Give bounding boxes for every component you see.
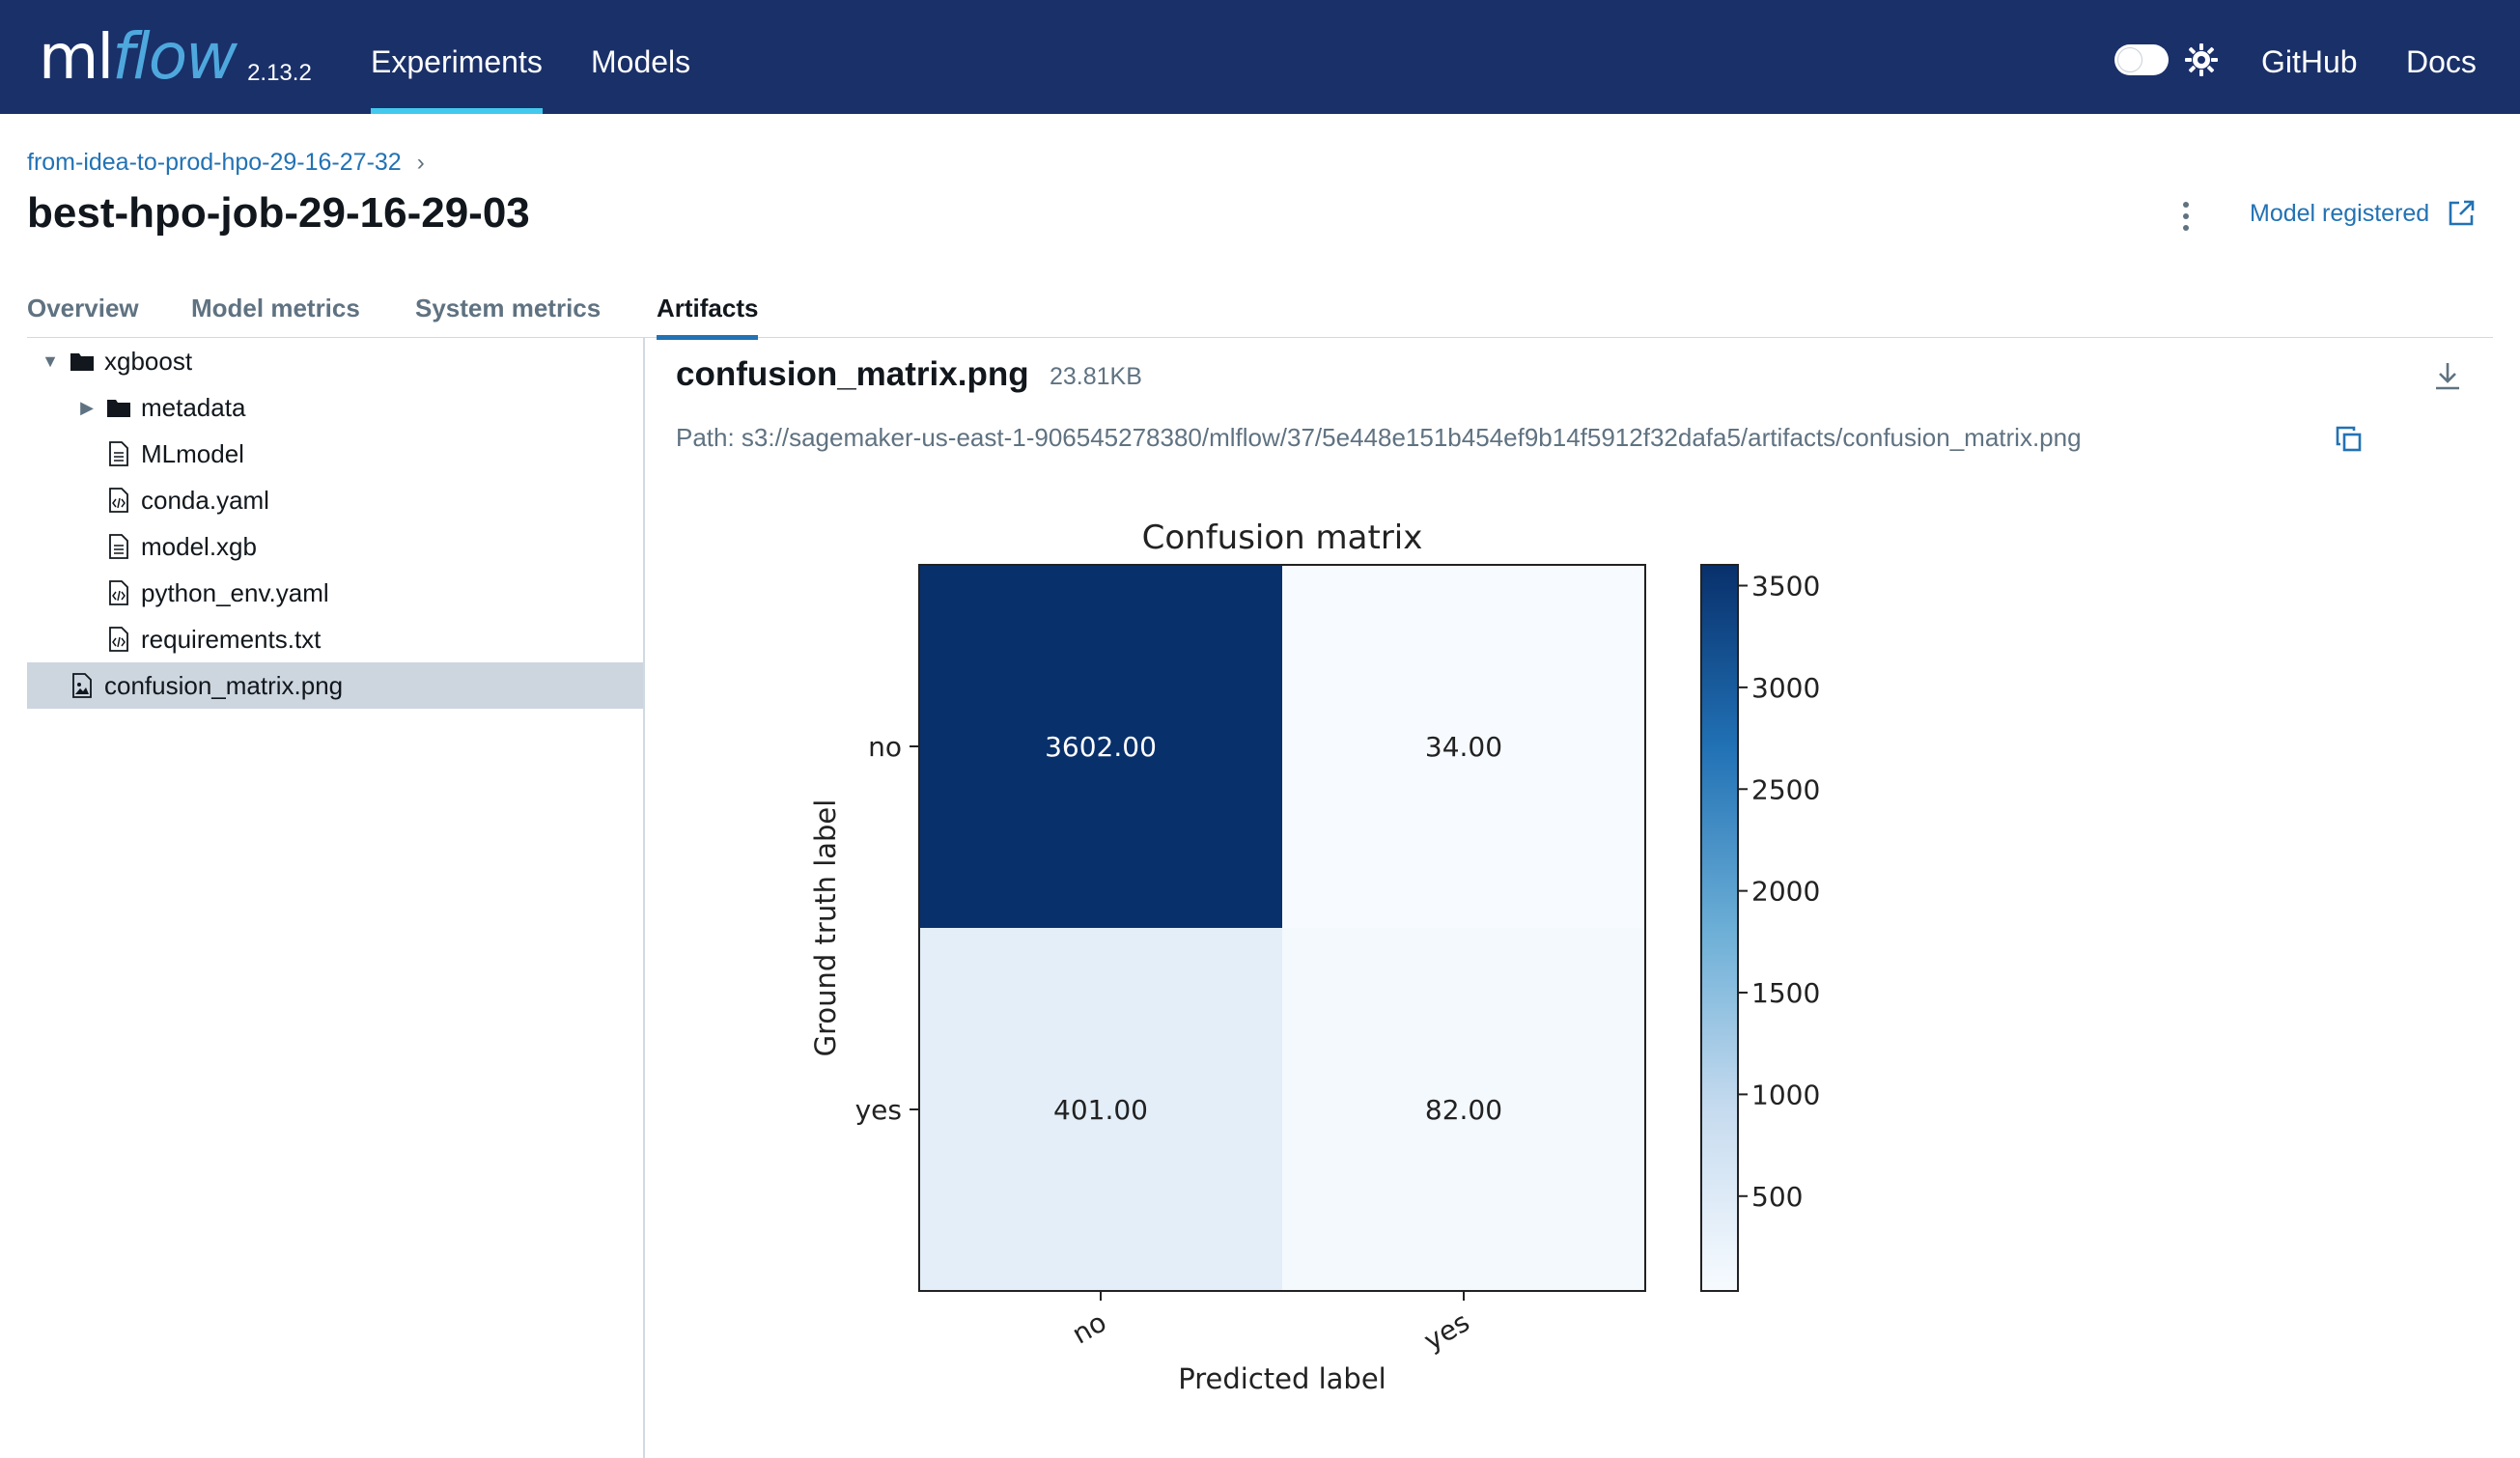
colorbar-ticks: 500 1000 1500 2000 2500 3000 3500 (1738, 570, 1820, 1213)
tab-overview[interactable]: Overview (27, 294, 139, 338)
colorbar (1700, 564, 1739, 1292)
artifact-file-tree: ▼ xgboost ▶ metadata MLmodel conda.yaml … (27, 338, 645, 1458)
tree-item-xgboost[interactable]: ▼ xgboost (27, 338, 643, 384)
tree-item-label: MLmodel (141, 438, 244, 468)
run-tabs: Overview Model metrics System metrics Ar… (27, 290, 2493, 340)
tab-system-metrics[interactable]: System metrics (415, 294, 601, 338)
folder-icon (107, 400, 130, 417)
tree-item-label: requirements.txt (141, 624, 322, 654)
heatmap-cell-label-0-0: 3602.00 (1045, 731, 1157, 763)
artifact-file-size: 23.81KB (1050, 363, 1142, 390)
nav-experiments[interactable]: Experiments (371, 0, 543, 114)
heatmap-cell-label-1-1: 82.00 (1425, 1094, 1502, 1126)
copy-icon[interactable] (2335, 425, 2364, 454)
tree-item-conda-yaml[interactable]: conda.yaml (27, 477, 643, 523)
logo-ml-text: ml (39, 22, 114, 94)
colorbar-tick-label-6: 3500 (1751, 570, 1820, 602)
model-registered-link[interactable]: Model registered (2250, 199, 2476, 228)
nav-github[interactable]: GitHub (2261, 0, 2358, 114)
colorbar-tick-label-2: 1500 (1751, 977, 1820, 1009)
page-title: best-hpo-job-29-16-29-03 (27, 189, 530, 237)
x-tick-label-0: no (1067, 1305, 1112, 1350)
folder-icon (70, 353, 94, 371)
tab-artifacts[interactable]: Artifacts (657, 294, 759, 340)
model-registered-label: Model registered (2250, 199, 2430, 227)
download-icon[interactable] (2431, 359, 2464, 394)
colorbar-tick-label-5: 3000 (1751, 672, 1820, 704)
y-tick-label-1: yes (855, 1094, 902, 1126)
tree-item-label: conda.yaml (141, 485, 269, 515)
breadcrumb: from-idea-to-prod-hpo-29-16-27-32 › (27, 149, 425, 177)
y-tick-label-0: no (868, 731, 902, 763)
heatmap-cells: 3602.00 34.00 401.00 82.00 (919, 565, 1645, 1291)
heatmap-cell-label-0-1: 34.00 (1425, 731, 1502, 763)
expanded-arrow-icon[interactable]: ▼ (41, 351, 60, 372)
tree-item-label: metadata (141, 392, 246, 422)
tree-item-label: confusion_matrix.png (104, 670, 344, 700)
tree-item-confusion-matrix-png[interactable]: confusion_matrix.png (27, 662, 643, 709)
heatmap-cell-label-1-0: 401.00 (1053, 1094, 1148, 1126)
tree-item-requirements-txt[interactable]: requirements.txt (27, 616, 643, 662)
colorbar-tick-label-0: 500 (1751, 1181, 1803, 1213)
code-file-icon (109, 580, 128, 605)
sun-icon (2185, 43, 2218, 76)
colorbar-tick-label-1: 1000 (1751, 1079, 1820, 1110)
code-file-icon (109, 488, 128, 513)
tree-item-metadata[interactable]: ▶ metadata (27, 384, 643, 431)
top-navigation-bar: ml flow 2.13.2 Experiments Models GitHub… (0, 0, 2520, 114)
artifact-file-name: confusion_matrix.png (676, 355, 1029, 393)
logo-flow-text: flow (112, 19, 238, 94)
theme-toggle[interactable] (2114, 44, 2169, 75)
tree-item-label: model.xgb (141, 531, 257, 561)
image-file-icon (72, 673, 92, 698)
tab-model-metrics[interactable]: Model metrics (191, 294, 360, 338)
file-icon (109, 441, 128, 466)
file-icon (109, 534, 128, 559)
breadcrumb-chevron-icon: › (416, 149, 425, 176)
confusion-matrix-chart: Confusion matrix 3602.00 34.00 401.00 82.00… (809, 519, 1820, 1395)
tree-item-label: xgboost (104, 346, 193, 376)
y-axis-label: Ground truth label (809, 799, 842, 1057)
version-label: 2.13.2 (247, 60, 312, 86)
toggle-knob (2117, 47, 2142, 72)
collapsed-arrow-icon[interactable]: ▶ (77, 398, 97, 418)
kebab-menu-icon[interactable] (2174, 199, 2198, 234)
colorbar-tick-label-4: 2500 (1751, 773, 1820, 805)
artifact-path: Path: s3://sagemaker-us-east-1-906545278… (676, 423, 2082, 452)
nav-docs[interactable]: Docs (2406, 0, 2477, 114)
nav-models[interactable]: Models (591, 0, 690, 114)
x-tick-label-1: yes (1418, 1305, 1474, 1357)
colorbar-tick-label-3: 2000 (1751, 876, 1820, 908)
tree-item-mlmodel[interactable]: MLmodel (27, 431, 643, 477)
code-file-icon (109, 627, 128, 652)
breadcrumb-experiment-link[interactable]: from-idea-to-prod-hpo-29-16-27-32 (27, 149, 402, 177)
x-axis-label: Predicted label (1178, 1362, 1386, 1395)
mlflow-logo[interactable]: ml flow 2.13.2 (39, 14, 312, 100)
tree-item-label: python_env.yaml (141, 577, 329, 607)
tree-item-python-env-yaml[interactable]: python_env.yaml (27, 570, 643, 616)
tree-item-model-xgb[interactable]: model.xgb (27, 523, 643, 570)
external-link-icon (2449, 200, 2475, 226)
chart-title: Confusion matrix (1142, 519, 1423, 557)
